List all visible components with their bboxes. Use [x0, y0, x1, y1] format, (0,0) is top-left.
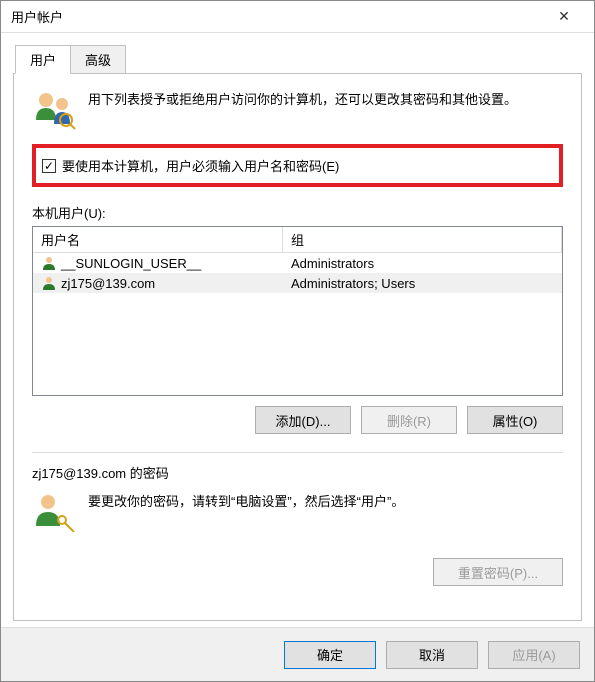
userlist-label: 本机用户(U): [32, 203, 563, 222]
properties-button[interactable]: 属性(O) [467, 406, 563, 434]
require-login-checkbox[interactable]: ✓ [42, 159, 56, 173]
ok-button[interactable]: 确定 [284, 641, 376, 669]
user-key-icon [32, 492, 76, 532]
cell-username: zj175@139.com [61, 276, 155, 291]
col-username[interactable]: 用户名 [33, 227, 283, 252]
col-group[interactable]: 组 [283, 227, 562, 252]
user-icon [41, 255, 57, 271]
dialog-content: 用户 高级 用下列表授予或拒绝用户访问你的计算机，还可以更改其密码和其他设置。 … [1, 33, 594, 627]
table-row[interactable]: zj175@139.com Administrators; Users [33, 273, 562, 293]
divider [32, 452, 563, 453]
titlebar: 用户帐户 ✕ [1, 1, 594, 33]
intro-row: 用下列表授予或拒绝用户访问你的计算机，还可以更改其密码和其他设置。 [32, 90, 563, 130]
apply-button: 应用(A) [488, 641, 580, 669]
user-icon [41, 275, 57, 291]
cell-group: Administrators [283, 254, 562, 272]
password-text: 要更改你的密码，请转到“电脑设置”，然后选择“用户”。 [88, 492, 404, 513]
user-accounts-dialog: 用户帐户 ✕ 用户 高级 用下列表授予或拒绝用户访问你的计算机，还可以更改其密码… [0, 0, 595, 682]
remove-button: 删除(R) [361, 406, 457, 434]
cancel-button[interactable]: 取消 [386, 641, 478, 669]
intro-text: 用下列表授予或拒绝用户访问你的计算机，还可以更改其密码和其他设置。 [88, 90, 517, 111]
cell-username: __SUNLOGIN_USER__ [61, 256, 201, 271]
cell-group: Administrators; Users [283, 274, 562, 292]
table-row[interactable]: __SUNLOGIN_USER__ Administrators [33, 253, 562, 273]
table-header: 用户名 组 [33, 227, 562, 253]
password-heading: zj175@139.com 的密码 [32, 463, 563, 482]
tab-advanced[interactable]: 高级 [70, 45, 126, 74]
require-login-row: ✓ 要使用本计算机，用户必须输入用户名和密码(E) [32, 144, 563, 187]
add-button[interactable]: 添加(D)... [255, 406, 351, 434]
close-icon[interactable]: ✕ [544, 8, 584, 25]
require-login-label: 要使用本计算机，用户必须输入用户名和密码(E) [62, 156, 339, 175]
users-icon [32, 90, 76, 130]
user-buttons: 添加(D)... 删除(R) 属性(O) [32, 406, 563, 434]
tab-users[interactable]: 用户 [15, 45, 71, 74]
tab-strip: 用户 高级 [13, 45, 582, 74]
password-row: 要更改你的密码，请转到“电脑设置”，然后选择“用户”。 [32, 492, 563, 532]
user-table[interactable]: 用户名 组 __SUNLOGIN_USER__ Administrators z… [32, 226, 563, 396]
password-buttons: 重置密码(P)... [32, 558, 563, 586]
reset-password-button: 重置密码(P)... [433, 558, 563, 586]
tab-panel-users: 用下列表授予或拒绝用户访问你的计算机，还可以更改其密码和其他设置。 ✓ 要使用本… [13, 73, 582, 621]
window-title: 用户帐户 [11, 7, 544, 26]
dialog-footer: 确定 取消 应用(A) [1, 627, 594, 681]
